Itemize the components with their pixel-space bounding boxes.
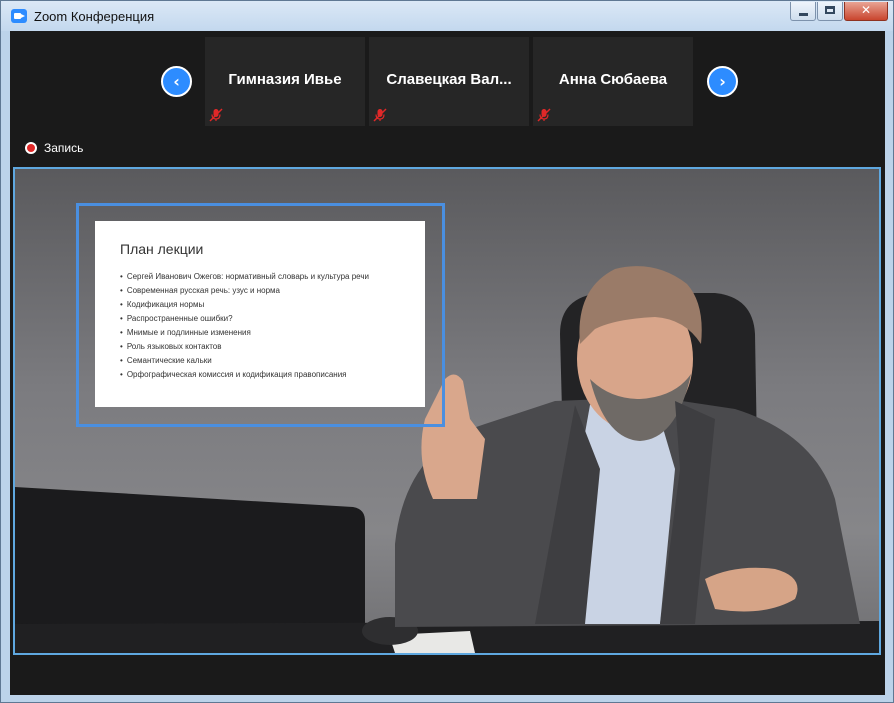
slide-bullet: Современная русская речь: узус и норма bbox=[120, 284, 369, 298]
window-controls bbox=[790, 2, 888, 21]
close-icon[interactable] bbox=[844, 2, 888, 21]
slide-title: План лекции bbox=[120, 241, 204, 257]
zoom-window: Zoom Конференция ‹ Гимназия Ивье Славецк… bbox=[0, 0, 894, 703]
presentation-slide: План лекции Сергей Иванович Ожегов: норм… bbox=[95, 221, 425, 407]
mic-muted-icon bbox=[373, 108, 387, 122]
previous-page-button[interactable]: ‹ bbox=[161, 66, 192, 97]
meeting-area: ‹ Гимназия Ивье Славецкая Вал... Анна Сю… bbox=[10, 31, 885, 695]
slide-bullet: Роль языковых контактов bbox=[120, 340, 369, 354]
slide-bullet: Семантические кальки bbox=[120, 354, 369, 368]
slide-bullet: Орфографическая комиссия и кодификация п… bbox=[120, 368, 369, 382]
slide-bullet: Кодификация нормы bbox=[120, 298, 369, 312]
slide-bullet-list: Сергей Иванович Ожегов: нормативный слов… bbox=[120, 270, 369, 382]
slide-bullet: Сергей Иванович Ожегов: нормативный слов… bbox=[120, 270, 369, 284]
recording-label: Запись bbox=[44, 141, 84, 155]
maximize-icon[interactable] bbox=[817, 2, 843, 21]
participant-tile[interactable]: Славецкая Вал... bbox=[369, 37, 529, 126]
participant-strip: ‹ Гимназия Ивье Славецкая Вал... Анна Сю… bbox=[10, 31, 885, 131]
minimize-icon[interactable] bbox=[790, 2, 816, 21]
participant-name: Славецкая Вал... bbox=[386, 71, 512, 88]
participant-tile[interactable]: Анна Сюбаева bbox=[533, 37, 693, 126]
window-title: Zoom Конференция bbox=[34, 9, 155, 24]
record-icon bbox=[25, 142, 37, 154]
title-bar[interactable]: Zoom Конференция bbox=[1, 1, 893, 31]
mic-muted-icon bbox=[537, 108, 551, 122]
slide-bullet: Мнимые и подлинные изменения bbox=[120, 326, 369, 340]
participant-tile[interactable]: Гимназия Ивье bbox=[205, 37, 365, 126]
participant-name: Гимназия Ивье bbox=[228, 71, 342, 88]
recording-indicator[interactable]: Запись bbox=[25, 141, 83, 155]
participant-name: Анна Сюбаева bbox=[558, 71, 668, 88]
mic-muted-icon bbox=[209, 108, 223, 122]
active-speaker-video[interactable]: План лекции Сергей Иванович Ожегов: норм… bbox=[13, 167, 881, 655]
slide-bullet: Распространенные ошибки? bbox=[120, 312, 369, 326]
zoom-app-icon bbox=[11, 9, 27, 23]
meeting-controls-bar bbox=[10, 659, 885, 695]
next-page-button[interactable]: › bbox=[707, 66, 738, 97]
